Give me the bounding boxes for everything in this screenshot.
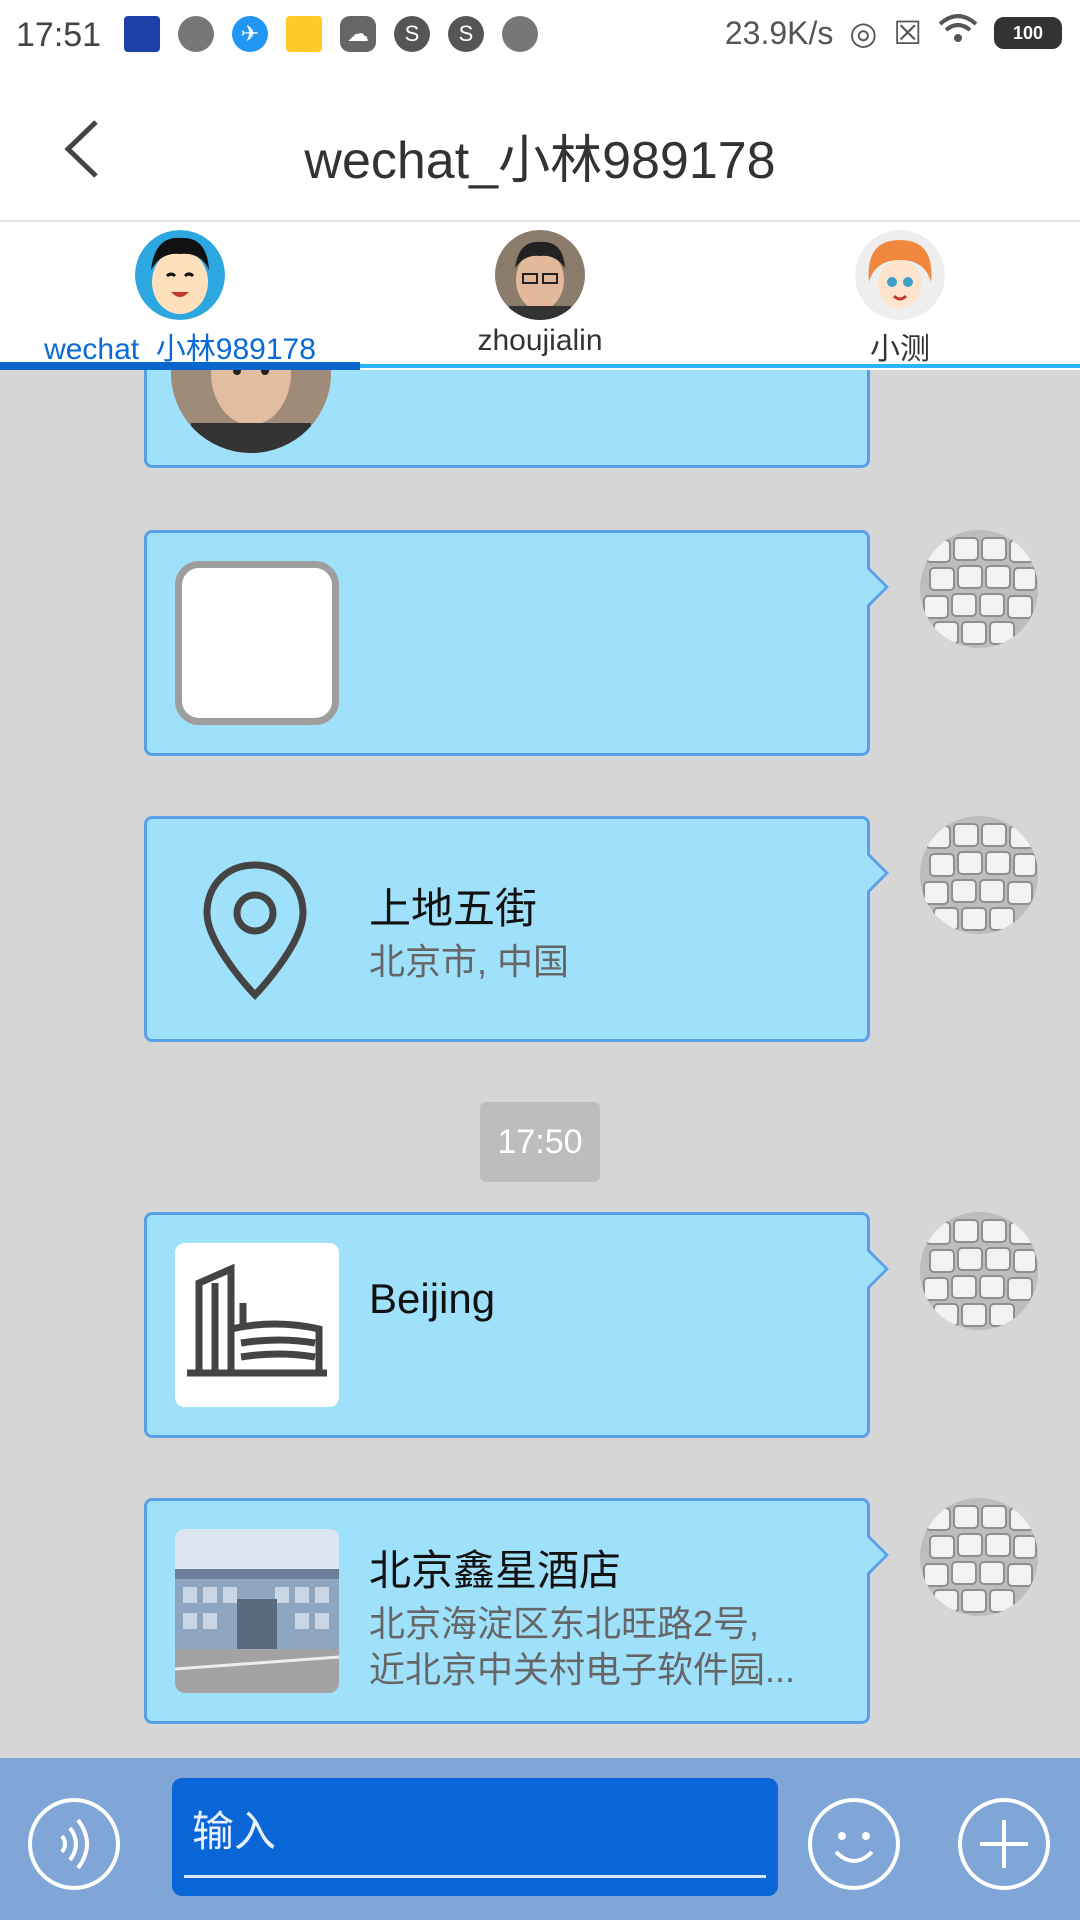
- cloud-icon: ☁: [340, 16, 376, 52]
- tab-xiaoce[interactable]: 小测: [720, 222, 1080, 370]
- chat-header: wechat_小林989178: [0, 74, 1080, 222]
- tab-label: zhoujialin: [477, 324, 603, 357]
- voice-button[interactable]: [28, 1798, 120, 1890]
- building-thumbnail: [175, 1243, 339, 1407]
- hotel-address-line2: 近北京中关村电子软件园...: [369, 1649, 796, 1690]
- tab-wechat-xiaolin[interactable]: wechat_小林989178: [0, 222, 360, 370]
- map-pin-icon: [195, 855, 315, 1005]
- avatar: [495, 230, 585, 320]
- input-underline: [184, 1875, 766, 1878]
- input-bar: [0, 1758, 1080, 1920]
- circle-notification-icon: [178, 16, 214, 52]
- s-app-icon-2: S: [448, 16, 484, 52]
- page-title: wechat_小林989178: [304, 132, 776, 190]
- tab-label: 小测: [870, 333, 930, 366]
- message-input-wrapper: [172, 1778, 778, 1896]
- plane-notification-icon: ✈: [232, 16, 268, 52]
- sim-icon: ☒: [893, 15, 922, 51]
- s-app-icon: S: [394, 16, 430, 52]
- timestamp-chip: 17:50: [480, 1102, 600, 1182]
- voice-icon: [60, 1818, 89, 1870]
- message-bubble-location[interactable]: 上地五街 北京市, 中国: [144, 816, 889, 1042]
- hotel-address-line1: 北京海淀区东北旺路2号,: [369, 1603, 760, 1644]
- status-bar: 17:51 ✈ ☁ S S 23.9K/s ◎ ☒ 100: [0, 0, 1080, 74]
- image-placeholder: [175, 561, 339, 725]
- photo-thumbnail: [171, 370, 331, 453]
- keyboard-avatar-icon: [920, 1212, 1038, 1330]
- add-button[interactable]: [958, 1798, 1050, 1890]
- tab-active-indicator: [0, 362, 360, 370]
- keyboard-avatar-icon: [920, 1498, 1038, 1616]
- message-bubble-hotel[interactable]: 北京鑫星酒店 北京海淀区东北旺路2号, 近北京中关村电子软件园...: [144, 1498, 889, 1724]
- avatar-keyboard[interactable]: [920, 1498, 1038, 1616]
- message-bubble-image[interactable]: [144, 530, 889, 756]
- hotel-photo: [175, 1529, 339, 1693]
- status-time: 17:51: [16, 16, 102, 54]
- hotel-image: [175, 1529, 339, 1693]
- hotel-title: 北京鑫星酒店: [369, 1547, 622, 1594]
- status-right: 23.9K/s ◎ ☒ 100: [725, 14, 1062, 52]
- contact-tabs: wechat_小林989178 zhoujialin 小测: [0, 222, 1080, 370]
- tab-zhoujialin[interactable]: zhoujialin: [360, 222, 720, 370]
- place-title: Beijing: [369, 1275, 496, 1322]
- message-bubble-place[interactable]: Beijing: [144, 1212, 889, 1438]
- notification-icons: ✈ ☁ S S: [124, 16, 538, 52]
- circle-notification-icon-2: [502, 16, 538, 52]
- hotspot-icon: ◎: [849, 15, 878, 51]
- avatar-keyboard[interactable]: [920, 1212, 1038, 1330]
- avatar: [135, 230, 225, 320]
- location-subtitle: 北京市, 中国: [369, 941, 570, 982]
- battery-icon: 100: [994, 17, 1062, 49]
- plus-icon: [980, 1820, 1028, 1868]
- map-notification-icon: [286, 16, 322, 52]
- message-input[interactable]: [190, 1796, 754, 1868]
- emoji-button[interactable]: [808, 1798, 900, 1890]
- avatar-keyboard[interactable]: [920, 816, 1038, 934]
- wifi-icon: [938, 14, 978, 52]
- smiley-icon: [834, 1832, 874, 1863]
- keyboard-avatar-icon: [920, 530, 1038, 648]
- app-notification-icon: [124, 16, 160, 52]
- location-title: 上地五街: [369, 885, 538, 932]
- chat-list[interactable]: 上地五街 北京市, 中国 17:50 Beijing 北京鑫星酒店 北京海淀区东…: [0, 370, 1080, 1758]
- network-speed: 23.9K/s: [724, 14, 834, 51]
- avatar: [855, 230, 945, 320]
- building-icon: [175, 1243, 339, 1407]
- message-bubble-partial[interactable]: [144, 370, 870, 468]
- avatar-keyboard[interactable]: [920, 530, 1038, 648]
- keyboard-avatar-icon: [920, 816, 1038, 934]
